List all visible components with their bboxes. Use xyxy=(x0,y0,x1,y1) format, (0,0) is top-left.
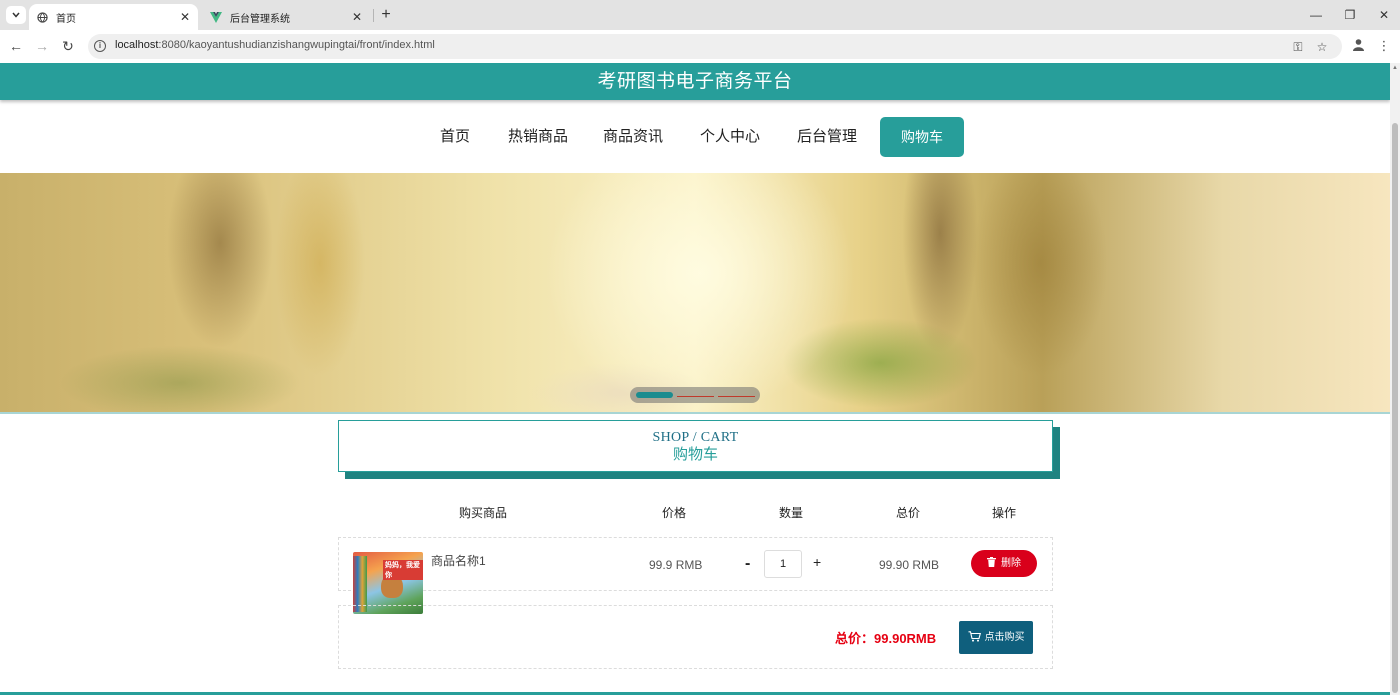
delete-label: 删除 xyxy=(1001,558,1021,569)
header-quantity: 数量 xyxy=(779,506,804,520)
new-tab-button[interactable]: + xyxy=(377,6,395,24)
quantity-increase-button[interactable]: + xyxy=(813,554,821,570)
header-total: 总价 xyxy=(896,506,921,520)
site-info-icon[interactable]: i xyxy=(94,40,106,52)
nav-item-hot-products[interactable]: 热销商品 xyxy=(508,117,568,157)
section-title-cn: 购物车 xyxy=(672,446,718,463)
tab-home[interactable]: 首页 ✕ xyxy=(29,4,198,30)
cart-summary: 总价：99.90RMB 点击购买 xyxy=(338,605,1053,669)
cart-row: 妈妈，我爱你 商品名称1 99.9 RMB - 1 + 99.90 RMB 删除 xyxy=(338,537,1053,614)
page-viewport: 考研图书电子商务平台 首页 热销商品 商品资讯 个人中心 后台管理 购物车 SH… xyxy=(0,63,1390,695)
header-action: 操作 xyxy=(992,506,1017,520)
site-title: 考研图书电子商务平台 xyxy=(597,71,793,92)
tab-title: 后台管理系统 xyxy=(230,13,290,25)
carousel-dot-3[interactable] xyxy=(718,396,755,397)
scrollbar-thumb[interactable] xyxy=(1392,123,1398,693)
cart-icon xyxy=(968,631,981,642)
minimize-button[interactable]: — xyxy=(1306,6,1326,24)
quantity-decrease-button[interactable]: - xyxy=(745,555,750,573)
trash-icon xyxy=(987,557,996,567)
header-product: 购买商品 xyxy=(459,506,508,520)
url-field[interactable]: i localhost:8080/kaoyantushudianzishangw… xyxy=(88,34,1342,59)
profile-icon[interactable] xyxy=(1350,38,1366,54)
tab-search-button[interactable] xyxy=(6,6,26,24)
page-scrollbar[interactable]: ▲ xyxy=(1390,63,1400,695)
bookmark-star-icon[interactable]: ☆ xyxy=(1314,39,1330,55)
sum-value: 99.90RMB xyxy=(874,631,937,646)
buy-button[interactable]: 点击购买 xyxy=(959,621,1033,654)
book-cover-title: 妈妈，我爱你 xyxy=(383,560,423,580)
product-name[interactable]: 商品名称1 xyxy=(431,552,486,569)
product-price: 99.9 RMB xyxy=(649,558,703,572)
url-text[interactable]: localhost:8080/kaoyantushudianzishangwup… xyxy=(115,39,435,51)
nav-item-personal-center[interactable]: 个人中心 xyxy=(700,117,760,157)
key-icon[interactable]: ⚿ xyxy=(1290,39,1306,55)
banner-carousel[interactable] xyxy=(0,173,1390,413)
close-window-button[interactable]: ✕ xyxy=(1374,6,1394,24)
nav-item-cart[interactable]: 购物车 xyxy=(880,117,964,157)
menu-kebab-icon[interactable]: ⋮ xyxy=(1376,38,1392,54)
section-title-en: SHOP / CART xyxy=(652,430,739,445)
carousel-indicators xyxy=(630,387,760,403)
product-total: 99.90 RMB xyxy=(879,558,940,572)
delete-button[interactable]: 删除 xyxy=(971,550,1037,577)
nav-item-admin[interactable]: 后台管理 xyxy=(797,117,857,157)
buy-label: 点击购买 xyxy=(984,632,1025,643)
forward-arrow-icon[interactable]: → xyxy=(34,38,50,54)
site-header: 考研图书电子商务平台 xyxy=(0,63,1390,100)
nav-item-news[interactable]: 商品资讯 xyxy=(603,117,663,157)
quantity-input[interactable]: 1 xyxy=(764,550,802,578)
book-spine xyxy=(353,556,367,612)
sum-total: 总价：99.90RMB xyxy=(835,628,936,647)
tab-admin[interactable]: 后台管理系统 ✕ xyxy=(203,4,370,30)
globe-icon xyxy=(36,11,48,23)
carousel-dot-2[interactable] xyxy=(677,396,714,397)
carousel-dot-1[interactable] xyxy=(636,392,673,398)
back-arrow-icon[interactable]: ← xyxy=(8,38,24,54)
section-title-box: SHOP / CART 购物车 xyxy=(338,420,1053,472)
chevron-down-icon xyxy=(12,12,20,18)
scroll-up-arrow-icon[interactable]: ▲ xyxy=(1392,65,1398,71)
sum-label: 总价： xyxy=(835,631,875,646)
restore-button[interactable]: ❐ xyxy=(1340,6,1360,24)
tab-separator xyxy=(373,9,374,22)
reload-icon[interactable]: ↻ xyxy=(60,38,76,54)
close-tab-icon[interactable]: ✕ xyxy=(178,10,192,24)
nav-item-home[interactable]: 首页 xyxy=(440,117,470,157)
close-tab-icon[interactable]: ✕ xyxy=(350,10,364,24)
main-nav: 首页 热销商品 商品资讯 个人中心 后台管理 购物车 xyxy=(0,117,1390,157)
browser-tab-strip: 首页 ✕ 后台管理系统 ✕ + — ❐ ✕ xyxy=(0,0,1400,30)
vue-logo-icon xyxy=(210,11,222,23)
tab-title: 首页 xyxy=(56,13,76,25)
address-bar: ← → ↻ i localhost:8080/kaoyantushudianzi… xyxy=(0,30,1400,63)
banner-divider xyxy=(0,412,1390,414)
header-price: 价格 xyxy=(662,506,687,520)
